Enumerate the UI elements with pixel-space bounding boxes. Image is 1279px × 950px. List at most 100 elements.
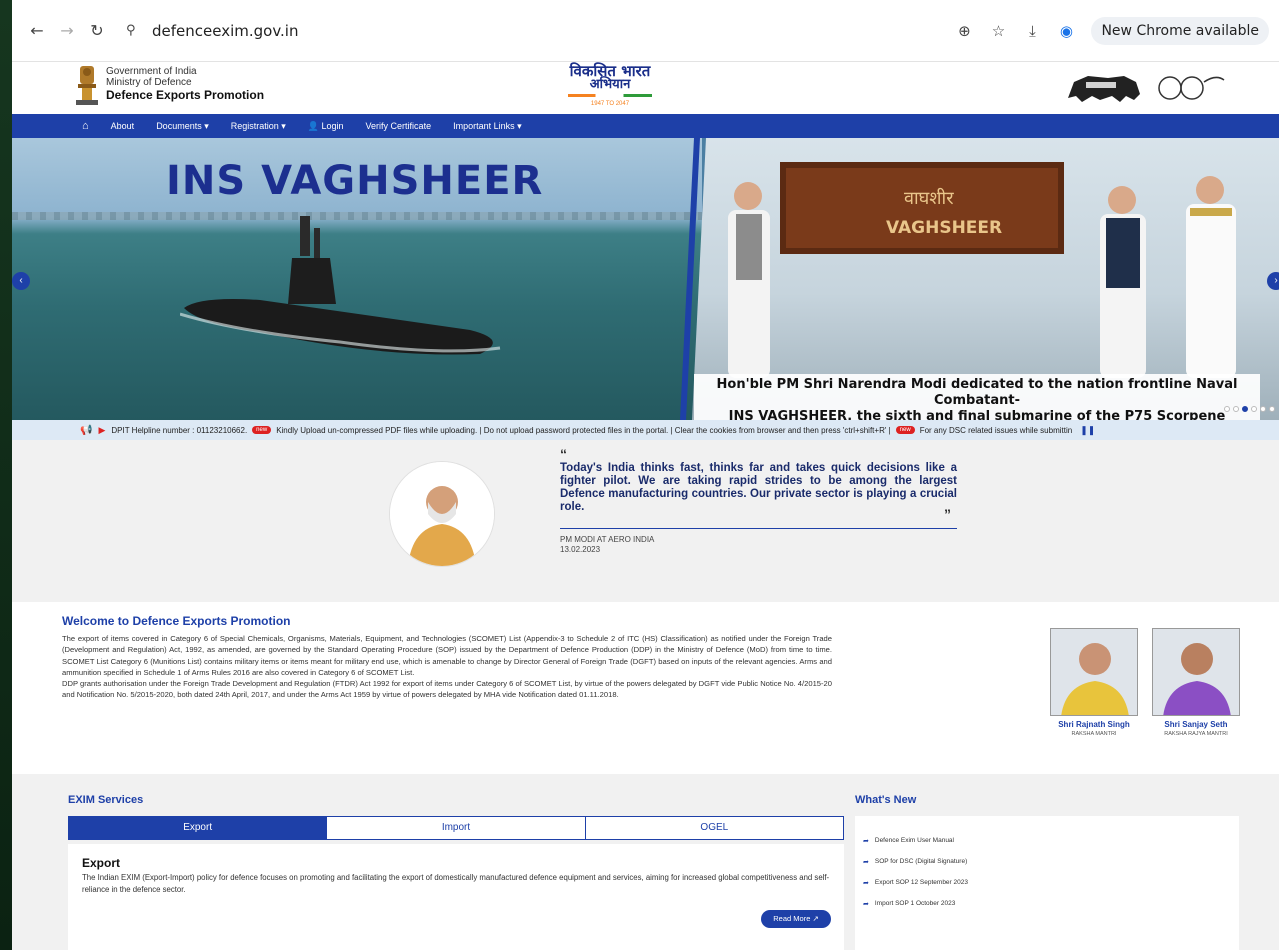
list-item[interactable]: ➦ Import SOP 1 October 2023 xyxy=(855,893,1239,914)
vb-logo-text-3: 1947 TO 2047 xyxy=(590,101,630,107)
gov-of-india-label: Government of India xyxy=(106,66,197,77)
nav-verify-certificate[interactable]: Verify Certificate xyxy=(366,121,432,131)
welcome-paragraph-1: The export of items covered in Category … xyxy=(62,634,832,677)
quote-divider xyxy=(560,528,957,529)
pm-photo xyxy=(390,462,494,566)
carousel-dot[interactable] xyxy=(1269,406,1275,412)
download-icon[interactable]: ⤓ xyxy=(1015,22,1049,40)
megaphone-icon: 📢 xyxy=(80,424,93,436)
zoom-icon[interactable]: ⊕ xyxy=(947,22,981,40)
nav-about[interactable]: About xyxy=(111,121,135,131)
services-panel: Export The Indian EXIM (Export-Import) p… xyxy=(68,844,844,950)
login-icon: 👤 xyxy=(307,120,319,131)
nav-important-links[interactable]: Important Links ▾ xyxy=(453,121,522,132)
list-item[interactable]: ➦ SOP for DSC (Digital Signature) xyxy=(855,851,1239,872)
panel-text: The Indian EXIM (Export-Import) policy f… xyxy=(82,873,830,894)
play-icon: ▶ xyxy=(98,424,106,435)
make-in-india-lion-logo xyxy=(1068,76,1140,102)
carousel-dot[interactable] xyxy=(1224,406,1230,412)
announcement-ticker: 📢 ▶ DPIT Helpline number : 01123210662. … xyxy=(12,420,1279,440)
carousel-dot[interactable] xyxy=(1260,406,1266,412)
link-arrow-icon: ➦ xyxy=(863,837,869,845)
profile-icon[interactable]: ◉ xyxy=(1049,22,1083,40)
list-item[interactable]: ➦ Defence Exim User Manual xyxy=(855,830,1239,851)
welcome-title: Welcome to Defence Exports Promotion xyxy=(62,614,291,628)
nav-registration[interactable]: Registration ▾ xyxy=(231,121,286,132)
quote-open-mark: “ xyxy=(560,446,567,462)
nav-login[interactable]: 👤 Login xyxy=(308,121,344,132)
address-bar[interactable]: defenceexim.gov.in xyxy=(152,22,298,40)
services-tabs: Export Import OGEL xyxy=(68,816,844,840)
welcome-section: Welcome to Defence Exports Promotion The… xyxy=(12,602,1279,774)
tab-export[interactable]: Export xyxy=(69,817,328,839)
pm-portrait-illustration xyxy=(390,462,494,566)
hero-title: INS VAGHSHEER xyxy=(166,158,544,204)
org-title-block[interactable]: Government of India Ministry of Defence … xyxy=(106,66,264,101)
forward-icon[interactable]: → xyxy=(52,21,82,40)
browser-toolbar: ← → ↻ ⚲ defenceexim.gov.in ⊕ ☆ ⤓ ◉ New C… xyxy=(12,0,1279,62)
ministry-label: Ministry of Defence xyxy=(106,77,192,88)
vb-logo-text-1: विकसित भारत xyxy=(569,62,651,80)
reload-icon[interactable]: ↻ xyxy=(82,21,112,40)
tab-ogel[interactable]: OGEL xyxy=(586,817,843,839)
link-arrow-icon: ➦ xyxy=(863,858,869,866)
nav-documents[interactable]: Documents ▾ xyxy=(156,121,209,132)
back-icon[interactable]: ← xyxy=(22,21,52,40)
carousel-prev-icon[interactable]: ‹ xyxy=(12,272,30,290)
g20-logo xyxy=(1158,76,1225,100)
submarine-illustration xyxy=(180,216,501,355)
main-nav: ⌂ About Documents ▾ Registration ▾ 👤 Log… xyxy=(12,114,1279,138)
link-arrow-icon: ➦ xyxy=(863,900,869,908)
exim-services-title: EXIM Services xyxy=(68,794,144,806)
bookmark-star-icon[interactable]: ☆ xyxy=(981,22,1015,40)
new-badge: new xyxy=(252,426,272,434)
site-info-icon[interactable]: ⚲ xyxy=(126,23,146,38)
hero-caption-line2: INS VAGHSHEER, the sixth and final subma… xyxy=(728,409,1226,420)
whats-new-item-label: Export SOP 12 September 2023 xyxy=(874,879,968,886)
pm-quote-section: “ Today's India thinks fast, thinks far … xyxy=(12,440,1279,602)
quote-source: PM MODI AT AERO INDIA xyxy=(560,535,655,544)
whats-new-item-label: Import SOP 1 October 2023 xyxy=(874,900,956,907)
list-item[interactable]: ➦ Export SOP 12 September 2023 xyxy=(855,872,1239,893)
tab-import[interactable]: Import xyxy=(327,817,586,839)
hero-carousel: INS VAGHSHEER वाघशीर VAGHSHEER Hon'ble P… xyxy=(12,138,1279,420)
welcome-body: The export of items covered in Category … xyxy=(62,633,832,701)
minister-card[interactable]: Shri Rajnath Singh RAKSHA MANTRI xyxy=(1050,628,1138,737)
ticker-message-1: Kindly Upload un-compressed PDF files wh… xyxy=(276,425,891,435)
new-chrome-button[interactable]: New Chrome available xyxy=(1091,16,1269,45)
minister-card[interactable]: Shri Sanjay Seth RAKSHA RAJYA MANTRI xyxy=(1152,628,1240,737)
quote-close-mark: ” xyxy=(944,506,951,522)
minister-portrait-illustration xyxy=(1061,643,1129,715)
national-emblem-icon xyxy=(76,66,98,105)
carousel-dot[interactable] xyxy=(1251,406,1257,412)
quote-source-block: PM MODI AT AERO INDIA 13.02.2023 xyxy=(560,535,654,555)
org-name-label: Defence Exports Promotion xyxy=(106,88,265,102)
carousel-dots xyxy=(1224,406,1275,412)
hero-caption: Hon'ble PM Shri Narendra Modi dedicated … xyxy=(694,374,1260,420)
whats-new-item-label: Defence Exim User Manual xyxy=(874,837,954,844)
home-icon[interactable]: ⌂ xyxy=(82,120,89,132)
carousel-dot[interactable] xyxy=(1233,406,1239,412)
pause-icon[interactable]: ❚❚ xyxy=(1080,425,1095,436)
minister-name: Shri Rajnath Singh xyxy=(1058,720,1130,729)
vb-logo-text-2: अभियान xyxy=(589,77,631,92)
quote-text: Today's India thinks fast, thinks far an… xyxy=(560,462,957,513)
read-more-button[interactable]: Read More ↗ xyxy=(761,910,831,928)
dignitaries-figures xyxy=(728,176,1236,378)
whats-new-title: What's New xyxy=(855,794,917,806)
minister-name: Shri Sanjay Seth xyxy=(1164,720,1228,729)
quote-date: 13.02.2023 xyxy=(560,545,601,554)
minister-portrait-illustration xyxy=(1163,643,1231,715)
minister-photo xyxy=(1050,628,1138,716)
whats-new-item-label: SOP for DSC (Digital Signature) xyxy=(874,858,968,865)
ticker-message-2: For any DSC related issues while submitt… xyxy=(919,425,1073,435)
minister-role: RAKSHA RAJYA MANTRI xyxy=(1164,731,1228,737)
minister-photo xyxy=(1152,628,1240,716)
new-badge: new xyxy=(895,426,915,434)
helpline-text: DPIT Helpline number : 01123210662. xyxy=(111,425,248,435)
nav-login-label: Login xyxy=(321,120,344,131)
viksit-bharat-logo: विकसित भारत अभियान 1947 TO 2047 xyxy=(560,64,660,111)
carousel-dot-active[interactable] xyxy=(1242,406,1248,412)
carousel-next-icon[interactable]: › xyxy=(1267,272,1279,290)
welcome-paragraph-2: DDP grants authorisation under the Forei… xyxy=(62,679,832,700)
